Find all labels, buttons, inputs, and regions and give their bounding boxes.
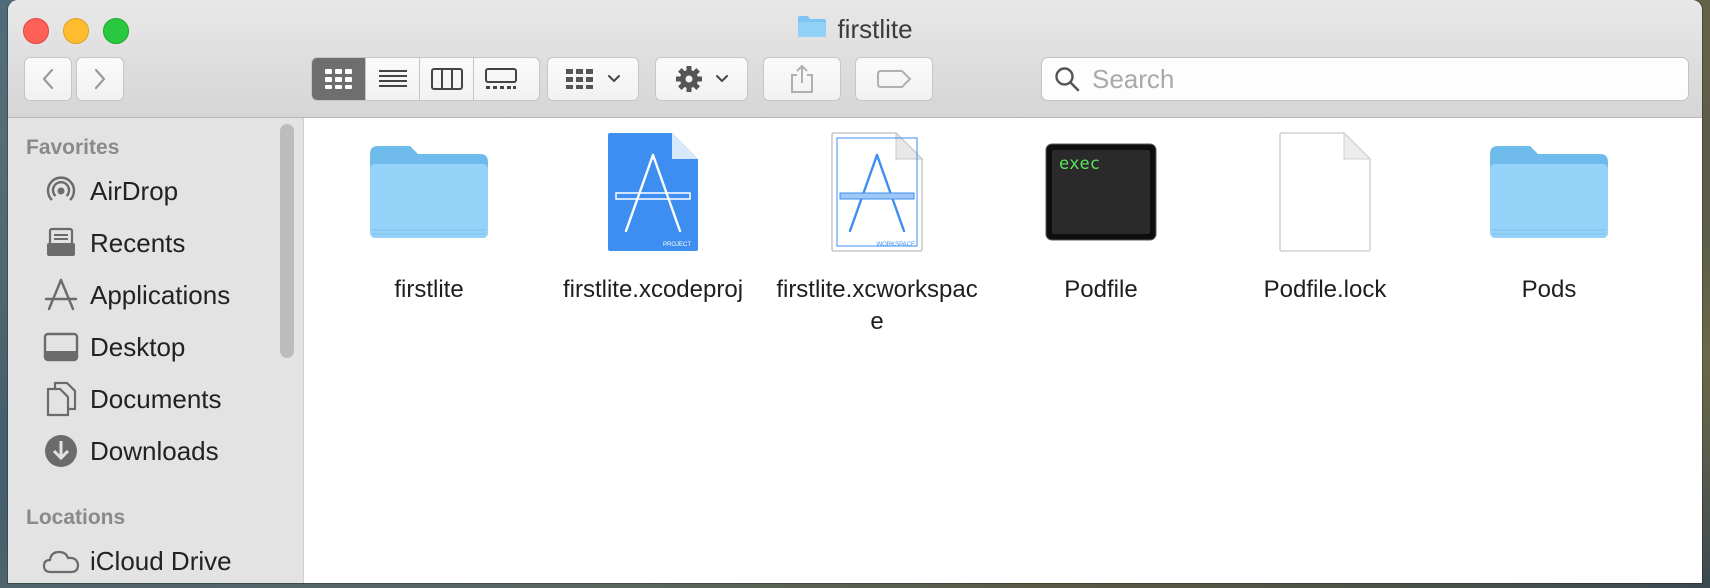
chevron-left-icon — [42, 68, 54, 90]
airdrop-icon — [42, 172, 80, 210]
view-mode-control — [311, 57, 540, 101]
desktop-icon — [42, 328, 80, 366]
sidebar-item-label: iCloud Drive — [90, 545, 232, 576]
folder-icon — [324, 132, 534, 252]
share-icon — [791, 64, 813, 93]
documents-icon — [42, 380, 80, 418]
file-name: firstlite — [394, 276, 464, 303]
sidebar-item-label: Applications — [90, 279, 231, 310]
edit-tags-button[interactable] — [855, 57, 933, 101]
column-view-button[interactable] — [420, 58, 474, 100]
sidebar-item-label: Recents — [90, 227, 186, 258]
sidebar-item-label: Downloads — [90, 435, 219, 466]
file-name: firstlite.xcodeproj — [562, 276, 744, 303]
sidebar-item-airdrop[interactable]: AirDrop — [42, 170, 178, 212]
icon-grid-icon — [324, 69, 352, 89]
sidebar-section-favorites: Favorites — [26, 136, 120, 159]
action-menu-button[interactable] — [655, 57, 748, 101]
sidebar-item-downloads[interactable]: Downloads — [42, 430, 219, 472]
terminal-exec-icon: exec — [996, 132, 1206, 252]
list-icon — [378, 70, 407, 87]
sidebar-item-icloud-drive[interactable]: iCloud Drive — [42, 540, 232, 582]
folder-icon — [797, 14, 827, 45]
finder-window: firstlite Search Favorites AirDrop Recen… — [8, 0, 1702, 583]
xcodeproj-icon: PROJECT — [548, 132, 758, 252]
folder-icon — [1444, 132, 1654, 252]
window-title: firstlite — [8, 14, 1702, 45]
xcworkspace-icon: WORKSPACE — [772, 131, 982, 252]
sidebar-item-label: Desktop — [90, 331, 186, 362]
sidebar-item-label: AirDrop — [90, 175, 179, 206]
file-grid: firstlite PROJECT firstlite.xcodeproj WO… — [304, 118, 1702, 583]
recents-icon — [42, 224, 80, 262]
sidebar-item-applications[interactable]: Applications — [42, 274, 230, 316]
sidebar-item-label: Documents — [90, 383, 222, 414]
search-field[interactable] — [1041, 57, 1689, 101]
search-input[interactable] — [1090, 62, 1654, 96]
sidebar-item-documents[interactable]: Documents — [42, 378, 222, 420]
sidebar-item-desktop[interactable]: Desktop — [42, 326, 185, 368]
gallery-icon — [485, 68, 517, 89]
icon-view-button[interactable] — [312, 58, 366, 100]
group-grid-icon — [566, 69, 593, 89]
icloud-icon — [42, 542, 80, 580]
gear-icon — [675, 66, 702, 92]
title-bar: firstlite — [8, 0, 1702, 118]
file-name: Pods — [1521, 276, 1577, 303]
chevron-right-icon — [94, 68, 106, 90]
exec-badge-text: exec — [1059, 154, 1100, 174]
document-icon — [1220, 131, 1430, 252]
downloads-icon — [42, 432, 80, 470]
sidebar: Favorites AirDrop Recents Applications D… — [8, 118, 304, 583]
sidebar-scrollbar[interactable] — [280, 124, 294, 358]
sidebar-section-locations: Locations — [26, 506, 126, 529]
project-badge-text: PROJECT — [663, 242, 691, 248]
chevron-down-icon — [608, 75, 620, 83]
share-button[interactable] — [763, 57, 841, 101]
file-name: Podfile — [1064, 276, 1138, 303]
file-name: Podfile.lock — [1263, 276, 1387, 303]
workspace-badge-text: WORKSPACE — [876, 242, 915, 248]
columns-icon — [430, 68, 463, 90]
back-button[interactable] — [24, 57, 72, 101]
list-view-button[interactable] — [366, 58, 420, 100]
group-by-button[interactable] — [547, 57, 639, 101]
applications-icon — [42, 276, 80, 314]
forward-button[interactable] — [76, 57, 124, 101]
search-icon — [1055, 67, 1080, 92]
chevron-down-icon — [715, 75, 728, 83]
file-name: firstlite.xcworkspace — [776, 276, 978, 335]
gallery-view-button[interactable] — [474, 58, 528, 100]
tag-icon — [877, 70, 912, 88]
sidebar-item-recents[interactable]: Recents — [42, 222, 185, 264]
window-title-text: firstlite — [837, 14, 913, 44]
